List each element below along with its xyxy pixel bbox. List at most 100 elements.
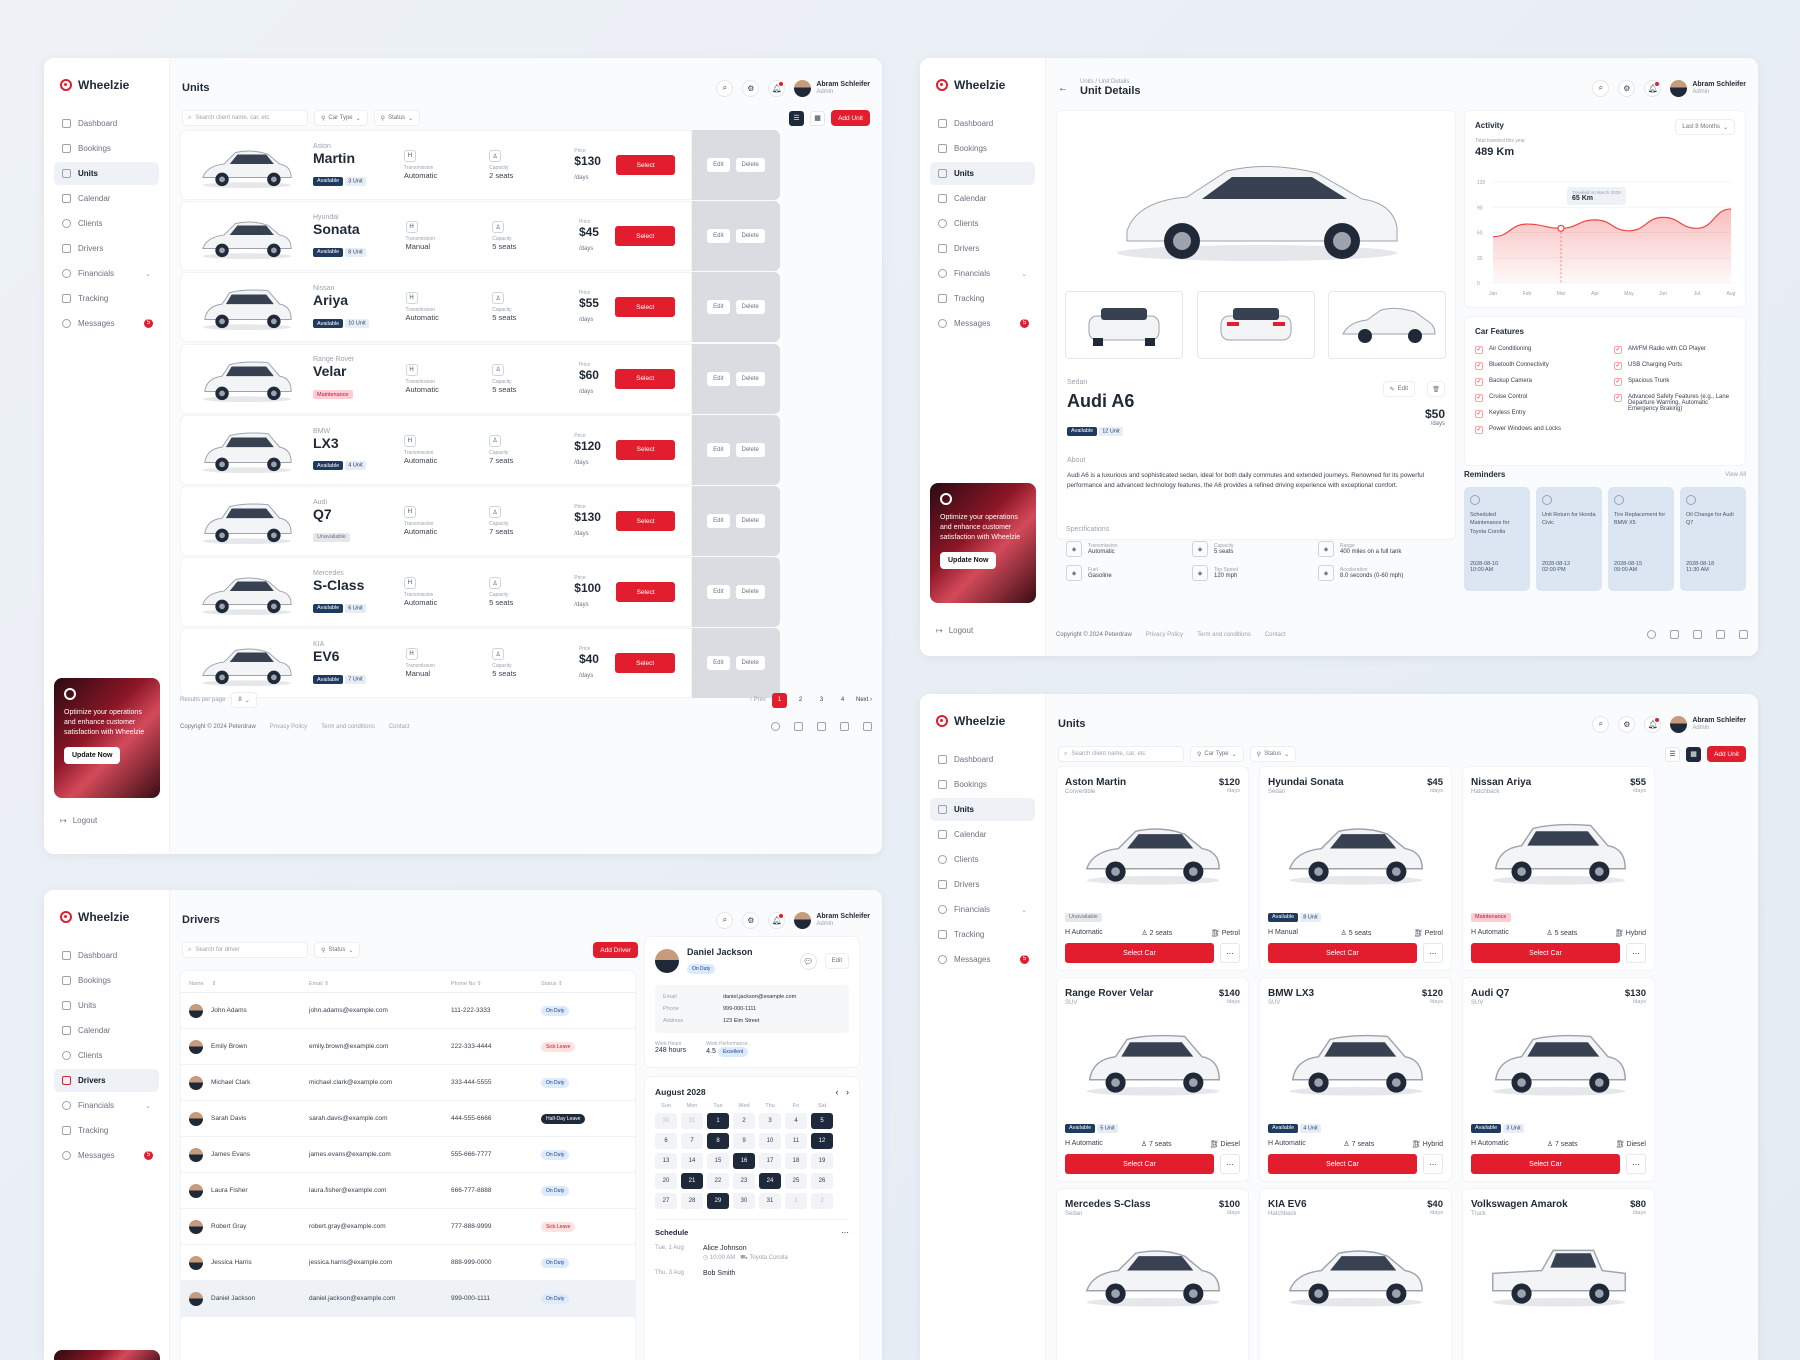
brand-logo[interactable]: Wheelzie: [936, 78, 1035, 92]
sidebar-item-clients[interactable]: Clients: [930, 212, 1035, 235]
calendar-day[interactable]: 31: [681, 1113, 703, 1129]
calendar-day[interactable]: 26: [811, 1173, 833, 1189]
sidebar-item-drivers[interactable]: Drivers: [930, 873, 1035, 896]
calendar-day[interactable]: 7: [681, 1133, 703, 1149]
calendar-day[interactable]: 13: [655, 1153, 677, 1169]
unit-row[interactable]: Aston Martin Available 3 Unit H Transmission A…: [180, 130, 780, 200]
sidebar-item-messages[interactable]: Messages 5: [930, 948, 1035, 971]
calendar-day[interactable]: 30: [733, 1193, 755, 1209]
page-2[interactable]: 2: [793, 693, 808, 708]
page-1[interactable]: 1: [771, 692, 787, 708]
dribbble-icon[interactable]: [1647, 630, 1656, 639]
results-per-page-select[interactable]: 8 ⌄: [231, 692, 257, 708]
unit-row[interactable]: KIA EV6 Available 7 Unit H Transmission Manual…: [180, 628, 780, 699]
edit-button[interactable]: Edit: [707, 300, 730, 315]
privacy-link[interactable]: Privacy Policy: [270, 724, 307, 730]
calendar-day[interactable]: 9: [733, 1133, 755, 1149]
sidebar-item-bookings[interactable]: Bookings: [54, 969, 159, 992]
back-arrow-icon[interactable]: ←: [1058, 83, 1068, 94]
user-menu[interactable]: Abram Schleifer Admin: [1670, 715, 1746, 733]
calendar-day[interactable]: 28: [681, 1193, 703, 1209]
edit-button[interactable]: Edit: [707, 585, 730, 600]
sidebar-item-dashboard[interactable]: Dashboard: [930, 748, 1035, 771]
calendar-day[interactable]: 3: [759, 1113, 781, 1129]
search-icon[interactable]: ⌕: [716, 911, 734, 929]
select-button[interactable]: Select: [616, 439, 675, 460]
select-button[interactable]: Select: [615, 226, 676, 247]
col-name[interactable]: Name ⇕: [189, 981, 309, 987]
unit-row[interactable]: BMW LX3 Available 4 Unit H Transmission Automa…: [180, 414, 780, 485]
schedule-item[interactable]: Thu, 3 Aug Bob Smith: [655, 1270, 849, 1277]
sidebar-item-tracking[interactable]: Tracking: [54, 1119, 159, 1142]
select-button[interactable]: Select: [616, 511, 675, 531]
unit-card[interactable]: Aston Martin Convertible $120/days Unavaila…: [1056, 766, 1249, 971]
edit-button[interactable]: Edit: [707, 371, 730, 386]
edit-button[interactable]: Edit: [707, 158, 730, 172]
unit-card[interactable]: KIA EV6 Hatchback $40/days: [1259, 1188, 1452, 1360]
car-thumbnail-front[interactable]: [1065, 291, 1183, 359]
search-icon[interactable]: ⌕: [1592, 715, 1610, 733]
unit-card[interactable]: Hyundai Sonata Sedan $45/days Available 8 Un…: [1259, 766, 1452, 971]
unit-card[interactable]: Volkswagen Amarok Truck $80/days: [1462, 1188, 1655, 1360]
search-icon[interactable]: ⌕: [1592, 79, 1610, 97]
status-filter[interactable]: ⚲ Status ⌄: [1249, 746, 1297, 762]
linkedin-icon[interactable]: [1739, 630, 1748, 639]
user-menu[interactable]: Abram Schleifer Admin: [794, 911, 870, 929]
gear-icon[interactable]: ⚙: [742, 79, 760, 97]
page-4[interactable]: 4: [835, 693, 850, 708]
add-unit-button[interactable]: Add Unit: [1707, 746, 1746, 762]
col-email[interactable]: Email ⇕: [309, 981, 451, 987]
edit-button[interactable]: Edit: [707, 442, 730, 457]
sidebar-item-messages[interactable]: Messages 5: [54, 1144, 159, 1167]
select-car-button[interactable]: Select Car: [1268, 943, 1417, 963]
table-row[interactable]: Emily Brown emily.brown@example.com 222-33…: [181, 1029, 635, 1065]
sidebar-item-financials[interactable]: Financials ⌄: [930, 262, 1035, 285]
calendar-day[interactable]: 18: [785, 1153, 807, 1169]
calendar-day[interactable]: 23: [733, 1173, 755, 1189]
sidebar-item-messages[interactable]: Messages 5: [54, 312, 159, 335]
select-car-button[interactable]: Select Car: [1471, 943, 1620, 963]
sidebar-item-clients[interactable]: Clients: [54, 212, 159, 235]
sidebar-item-messages[interactable]: Messages 5: [930, 312, 1035, 335]
sidebar-item-dashboard[interactable]: Dashboard: [930, 112, 1035, 135]
grid-view-button[interactable]: ▦: [810, 110, 826, 126]
update-now-button[interactable]: Update Now: [940, 552, 997, 570]
gear-icon[interactable]: ⚙: [742, 911, 760, 929]
sidebar-item-clients[interactable]: Clients: [54, 1044, 159, 1067]
calendar-day[interactable]: 22: [707, 1173, 729, 1189]
table-row[interactable]: Daniel Jackson daniel.jackson@example.com…: [181, 1281, 635, 1317]
calendar-day[interactable]: 6: [655, 1133, 677, 1149]
logout-button[interactable]: ↦ Logout: [936, 626, 973, 635]
sidebar-item-financials[interactable]: Financials ⌄: [54, 262, 159, 285]
delete-button[interactable]: Delete: [735, 300, 765, 315]
select-button[interactable]: Select: [615, 368, 676, 389]
table-row[interactable]: Michael Clark michael.clark@example.com 33…: [181, 1065, 635, 1101]
sidebar-item-bookings[interactable]: Bookings: [54, 137, 159, 160]
calendar-day[interactable]: 10: [759, 1133, 781, 1149]
edit-button[interactable]: Edit: [707, 514, 730, 528]
status-filter[interactable]: ⚲ Status ⌄: [373, 110, 421, 126]
sidebar-item-units[interactable]: Units: [930, 798, 1035, 821]
calendar-day[interactable]: 16: [733, 1153, 755, 1169]
calendar-day[interactable]: 25: [785, 1173, 807, 1189]
select-car-button[interactable]: Select Car: [1065, 1154, 1214, 1174]
sidebar-item-dashboard[interactable]: Dashboard: [54, 944, 159, 967]
calendar-day[interactable]: 5: [811, 1113, 833, 1129]
car-thumbnail-rear[interactable]: [1197, 291, 1315, 359]
instagram-icon[interactable]: [1693, 630, 1702, 639]
search-input[interactable]: ⌕ Search client name, car, etc: [182, 110, 308, 126]
terms-link[interactable]: Term and conditions: [321, 724, 375, 730]
youtube-icon[interactable]: [1716, 630, 1725, 639]
select-button[interactable]: Select: [616, 582, 675, 603]
unit-row[interactable]: Nissan Ariya Available 10 Unit H Transmission…: [180, 272, 780, 343]
edit-button[interactable]: Edit: [707, 656, 730, 671]
bell-icon[interactable]: 🔔︎: [768, 911, 786, 929]
calendar-day[interactable]: 20: [655, 1173, 677, 1189]
sidebar-item-dashboard[interactable]: Dashboard: [54, 112, 159, 135]
select-button[interactable]: Select: [616, 155, 675, 175]
sidebar-item-bookings[interactable]: Bookings: [930, 137, 1035, 160]
select-button[interactable]: Select: [615, 297, 676, 318]
table-row[interactable]: James Evans james.evans@example.com 555-66…: [181, 1137, 635, 1173]
sidebar-item-financials[interactable]: Financials ⌄: [54, 1094, 159, 1117]
sidebar-item-calendar[interactable]: Calendar: [54, 187, 159, 210]
